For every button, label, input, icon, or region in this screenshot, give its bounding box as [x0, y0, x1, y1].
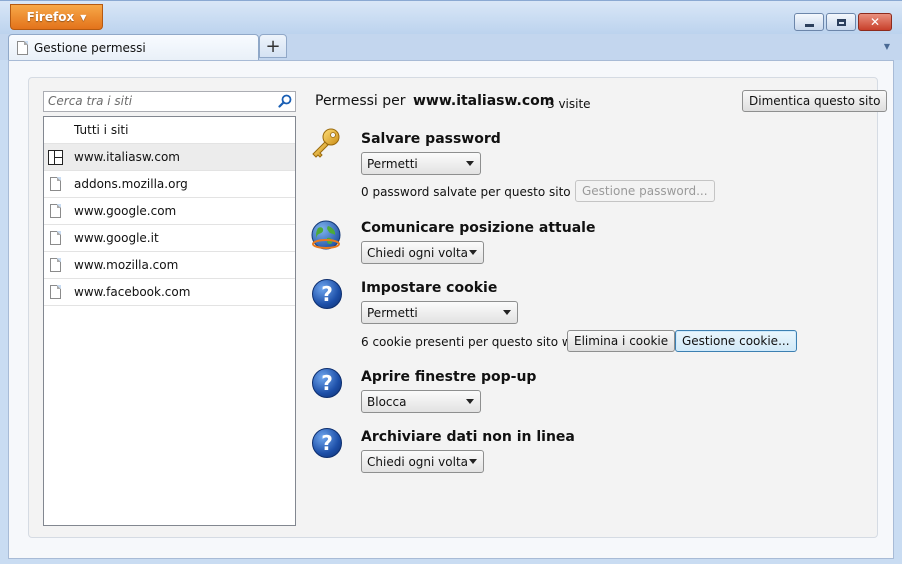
tab-strip: Gestione permessi + [0, 34, 902, 60]
page-icon [50, 258, 61, 272]
site-label: www.google.com [74, 204, 177, 218]
manage-passwords-button[interactable]: Gestione password... [575, 180, 715, 202]
key-icon [312, 128, 340, 158]
tab-title: Gestione permessi [34, 40, 146, 55]
chevron-down-icon [466, 161, 474, 166]
list-item[interactable]: addons.mozilla.org [44, 171, 295, 198]
permissions-panel: Cerca tra i siti Tutti i siti www.italia… [28, 77, 888, 538]
popup-section-title: Aprire finestre pop-up [361, 369, 537, 385]
page-title: Permessi per www.italiasw.com [315, 93, 554, 109]
page-icon [50, 177, 61, 191]
list-item[interactable]: www.facebook.com [44, 279, 295, 306]
geo-section-title: Comunicare posizione attuale [361, 220, 596, 236]
geo-permission-select[interactable]: Chiedi ogni volta [361, 241, 484, 264]
site-favicon-icon [48, 150, 63, 165]
list-item[interactable]: Tutti i siti [44, 117, 295, 144]
site-label: www.italiasw.com [74, 150, 180, 164]
popup-permission-select[interactable]: Blocca [361, 390, 481, 413]
title-site: www.italiasw.com [412, 93, 555, 109]
offline-permission-select[interactable]: Chiedi ogni volta [361, 450, 484, 473]
search-input[interactable]: Cerca tra i siti [43, 91, 296, 112]
page-icon [17, 40, 28, 55]
tab-list-chevron-icon[interactable]: ▼ [884, 42, 890, 51]
cookies-permission-select[interactable]: Permetti [361, 301, 518, 324]
chevron-down-icon [469, 250, 477, 255]
list-item[interactable]: www.google.it [44, 225, 295, 252]
firefox-button-label: Firefox [26, 10, 75, 24]
password-section-title: Salvare password [361, 131, 501, 147]
question-icon: ? [312, 428, 342, 458]
password-permission-select[interactable]: Permetti [361, 152, 481, 175]
cookies-select-value: Permetti [367, 305, 418, 320]
maximize-button[interactable] [826, 13, 856, 31]
page-icon [50, 285, 61, 299]
page-icon [50, 204, 61, 218]
question-icon: ? [312, 368, 342, 398]
site-label: www.google.it [74, 231, 159, 245]
chevron-down-icon [466, 399, 474, 404]
page-icon [50, 231, 61, 245]
minimize-icon [804, 23, 814, 27]
cookies-count-note: 6 cookie presenti per questo sito web [361, 335, 587, 349]
window-controls: ✕ [794, 13, 892, 31]
password-count-note: 0 password salvate per questo sito web [361, 185, 600, 199]
minimize-button[interactable] [794, 13, 824, 31]
popup-select-value: Blocca [367, 394, 407, 409]
site-list: Tutti i siti www.italiasw.com addons.moz… [43, 116, 296, 526]
delete-cookies-button[interactable]: Elimina i cookie [567, 330, 676, 352]
site-label: Tutti i siti [74, 123, 129, 137]
offline-select-value: Chiedi ogni volta [367, 454, 469, 469]
visit-count: 3 visite [547, 97, 591, 111]
password-select-value: Permetti [367, 156, 418, 171]
globe-icon [311, 220, 341, 250]
question-icon: ? [312, 279, 342, 309]
content-area: Cerca tra i siti Tutti i siti www.italia… [8, 60, 894, 559]
search-icon[interactable] [278, 94, 292, 108]
maximize-icon [836, 18, 846, 26]
list-item[interactable]: www.mozilla.com [44, 252, 295, 279]
title-prefix: Permessi per [315, 93, 406, 109]
firefox-menu-button[interactable]: Firefox ▼ [10, 4, 103, 30]
caret-down-icon: ▼ [80, 12, 87, 22]
tab-gestione-permessi[interactable]: Gestione permessi [8, 34, 259, 60]
close-icon: ✕ [869, 15, 881, 29]
forget-site-button[interactable]: Dimentica questo sito [742, 90, 888, 112]
cookies-section-title: Impostare cookie [361, 280, 498, 296]
close-button[interactable]: ✕ [858, 13, 892, 31]
chevron-down-icon [503, 310, 511, 315]
list-item[interactable]: www.google.com [44, 198, 295, 225]
offline-section-title: Archiviare dati non in linea [361, 429, 575, 445]
site-label: www.facebook.com [74, 285, 191, 299]
site-label: www.mozilla.com [74, 258, 179, 272]
new-tab-button[interactable]: + [259, 34, 287, 58]
manage-cookies-button[interactable]: Gestione cookie... [675, 330, 797, 352]
chevron-down-icon [469, 459, 477, 464]
search-placeholder: Cerca tra i siti [48, 94, 133, 108]
site-label: addons.mozilla.org [74, 177, 188, 191]
geo-select-value: Chiedi ogni volta [367, 245, 469, 260]
plus-icon: + [265, 35, 281, 57]
list-item[interactable]: www.italiasw.com [44, 144, 295, 171]
title-bar: Firefox ▼ ✕ [0, 0, 902, 34]
